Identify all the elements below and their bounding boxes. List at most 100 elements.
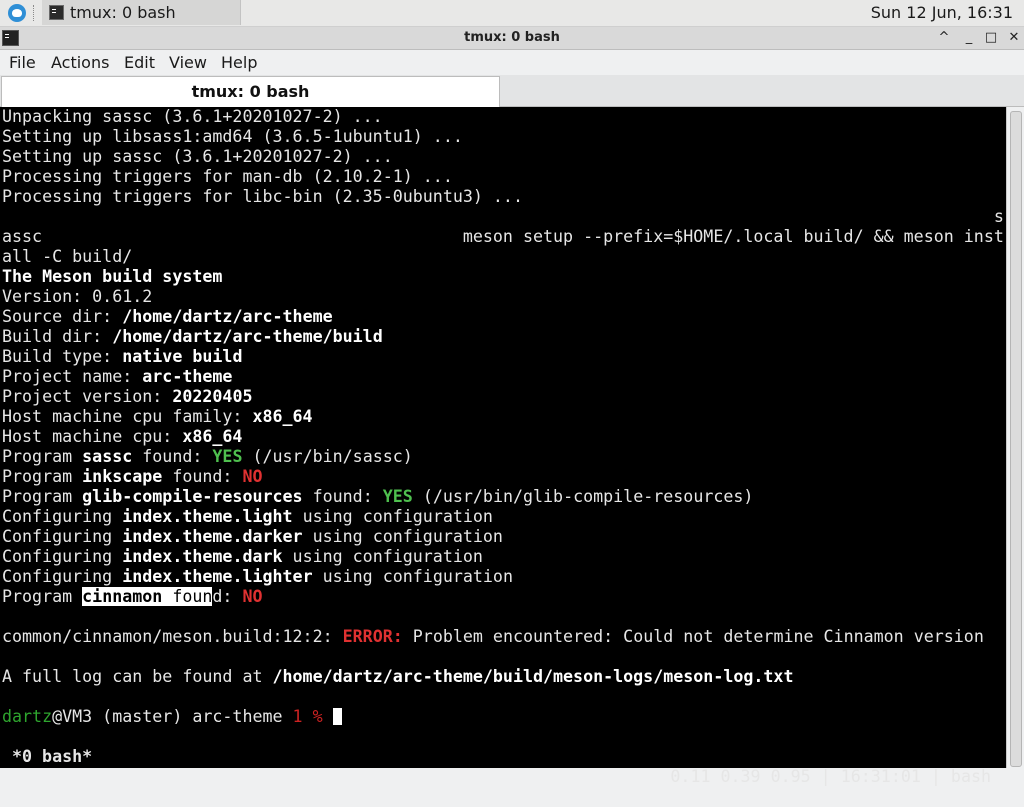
tmux-status-right: 0.11 0.39 0.95 | 16:31:01 | bash <box>670 767 991 786</box>
taskbar-window-button[interactable]: tmux: 0 bash <box>42 0 241 25</box>
terminal-text: NO <box>242 587 263 606</box>
terminal-line: common/cinnamon/meson.build:12:2: ERROR:… <box>2 627 984 647</box>
terminal-line: Setting up sassc (3.6.1+20201027-2) ... <box>2 147 393 167</box>
terminal-text: /home/dartz/arc-theme <box>122 307 333 326</box>
terminal-line: Program glib-compile-resources found: YE… <box>2 487 753 507</box>
terminal-line: Program sassc found: YES (/usr/bin/sassc… <box>2 447 413 467</box>
app-launcher-icon[interactable] <box>8 4 26 22</box>
terminal-text: using configuration <box>282 547 483 566</box>
terminal-text: using configuration <box>302 527 503 546</box>
menu-view[interactable]: View <box>169 53 207 72</box>
keep-above-icon[interactable]: ^ <box>935 29 953 47</box>
scrollbar[interactable] <box>1006 107 1024 768</box>
terminal-text: all -C build/ <box>2 247 133 266</box>
terminal-text: index.theme.darker <box>122 527 303 546</box>
terminal-line: Program cinnamon found: NO <box>2 587 263 607</box>
terminal-text: Processing triggers for libc-bin (2.35-0… <box>2 187 523 206</box>
maximize-icon[interactable]: □ <box>982 29 1000 47</box>
tab-tmux-bash[interactable]: tmux: 0 bash <box>1 76 500 107</box>
terminal-text: inkscape <box>82 467 163 486</box>
terminal-text: foun <box>162 587 213 606</box>
terminal-text: (/usr/bin/sassc) <box>242 447 413 466</box>
terminal-text: Configuring <box>2 507 123 526</box>
terminal-text: sassc <box>82 447 133 466</box>
taskbar: tmux: 0 bash Sun 12 Jun, 16:31 <box>0 0 1024 27</box>
terminal-text: YES <box>212 447 243 466</box>
terminal-text: Program <box>2 587 83 606</box>
terminal-line: Configuring index.theme.lighter using co… <box>2 567 513 587</box>
tmux-window-list: *0 bash* <box>12 747 93 766</box>
terminal-line: Host machine cpu family: x86_64 <box>2 407 313 427</box>
close-icon[interactable]: ✕ <box>1005 29 1023 47</box>
terminal-text: cinnamon <box>82 587 163 606</box>
terminal-line: Processing triggers for man-db (2.10.2-1… <box>2 167 453 187</box>
window-titlebar[interactable]: tmux: 0 bash ^ _ □ ✕ <box>0 27 1024 50</box>
menu-bar: File Actions Edit View Help <box>0 50 1024 75</box>
terminal-text: found: <box>132 447 213 466</box>
terminal-text: glib-compile-resources <box>82 487 303 506</box>
terminal-text: native build <box>122 347 243 366</box>
terminal-text: x86_64 <box>252 407 313 426</box>
terminal-line: dartz@VM3 (master) arc-theme 1 % <box>2 707 342 727</box>
terminal-line: Setting up libsass1:amd64 (3.6.5-1ubuntu… <box>2 127 463 147</box>
terminal-text: NO <box>242 467 263 486</box>
taskbar-separator <box>33 5 37 21</box>
terminal-text: (/usr/bin/glib-compile-resources) <box>412 487 754 506</box>
terminal-text: The Meson build system <box>2 267 223 286</box>
terminal-line: Version: 0.61.2 <box>2 287 152 307</box>
window-title: tmux: 0 bash <box>464 30 560 45</box>
terminal-line: Project name: arc-theme <box>2 367 232 387</box>
scrollbar-thumb[interactable] <box>1010 111 1022 767</box>
menu-file[interactable]: File <box>9 53 36 72</box>
terminal-text: /home/dartz/arc-theme/build/meson-logs/m… <box>272 667 794 686</box>
terminal-text: Problem encountered: Could not determine… <box>402 627 984 646</box>
terminal-text: 1 % <box>292 707 323 726</box>
terminal-text: A full log can be found at <box>2 667 273 686</box>
terminal-text: s <box>2 207 1004 226</box>
terminal-line: Configuring index.theme.dark using confi… <box>2 547 483 567</box>
terminal-line: s <box>2 207 1004 227</box>
terminal-text: Source dir: <box>2 307 123 326</box>
terminal-line: Source dir: /home/dartz/arc-theme <box>2 307 333 327</box>
terminal-text: YES <box>382 487 413 506</box>
terminal-text: Project version: <box>2 387 173 406</box>
menu-edit[interactable]: Edit <box>124 53 155 72</box>
terminal-text: @VM3 (master) arc-theme <box>52 707 293 726</box>
terminal-text: Version: 0.61.2 <box>2 287 153 306</box>
terminal-line: Project version: 20220405 <box>2 387 252 407</box>
terminal-line: Build dir: /home/dartz/arc-theme/build <box>2 327 383 347</box>
menu-actions[interactable]: Actions <box>51 53 109 72</box>
terminal-text: Host machine cpu family: <box>2 407 253 426</box>
terminal-line: A full log can be found at /home/dartz/a… <box>2 667 793 687</box>
terminal-line: all -C build/ <box>2 247 132 267</box>
terminal-text: Configuring <box>2 547 123 566</box>
tmux-status-bar: *0 bash* 0.11 0.39 0.95 | 16:31:01 | bas… <box>0 727 1006 786</box>
terminal-text: Unpacking sassc (3.6.1+20201027-2) ... <box>2 107 383 126</box>
terminal-text: dartz <box>2 707 53 726</box>
terminal-line: Host machine cpu: x86_64 <box>2 427 242 447</box>
terminal-line: Configuring index.theme.darker using con… <box>2 527 503 547</box>
taskbar-window-label: tmux: 0 bash <box>70 3 176 22</box>
terminal-text: Program <box>2 447 83 466</box>
terminal-text: found: <box>302 487 383 506</box>
clock[interactable]: Sun 12 Jun, 16:31 <box>871 3 1013 22</box>
terminal-text: Program <box>2 467 83 486</box>
terminal-icon <box>49 5 64 20</box>
terminal-line: Build type: native build <box>2 347 242 367</box>
menu-help[interactable]: Help <box>221 53 257 72</box>
terminal-text: Build type: <box>2 347 123 366</box>
terminal-line: assc meson setup --prefix=$HOME/.local b… <box>2 227 1004 247</box>
minimize-icon[interactable]: _ <box>960 29 978 47</box>
terminal-output[interactable]: Unpacking sassc (3.6.1+20201027-2) ... Se… <box>0 107 1006 786</box>
terminal-text: Project name: <box>2 367 143 386</box>
terminal-line: Processing triggers for libc-bin (2.35-0… <box>2 187 523 207</box>
terminal-text: index.theme.light <box>122 507 293 526</box>
terminal-text: 20220405 <box>172 387 253 406</box>
tab-bar: tmux: 0 bash <box>0 75 1024 107</box>
terminal-text: Host machine cpu: <box>2 427 183 446</box>
terminal-text: index.theme.lighter <box>122 567 313 586</box>
terminal-line: Configuring index.theme.light using conf… <box>2 507 493 527</box>
terminal-text: /home/dartz/arc-theme/build <box>112 327 383 346</box>
terminal-text: found: <box>162 467 243 486</box>
